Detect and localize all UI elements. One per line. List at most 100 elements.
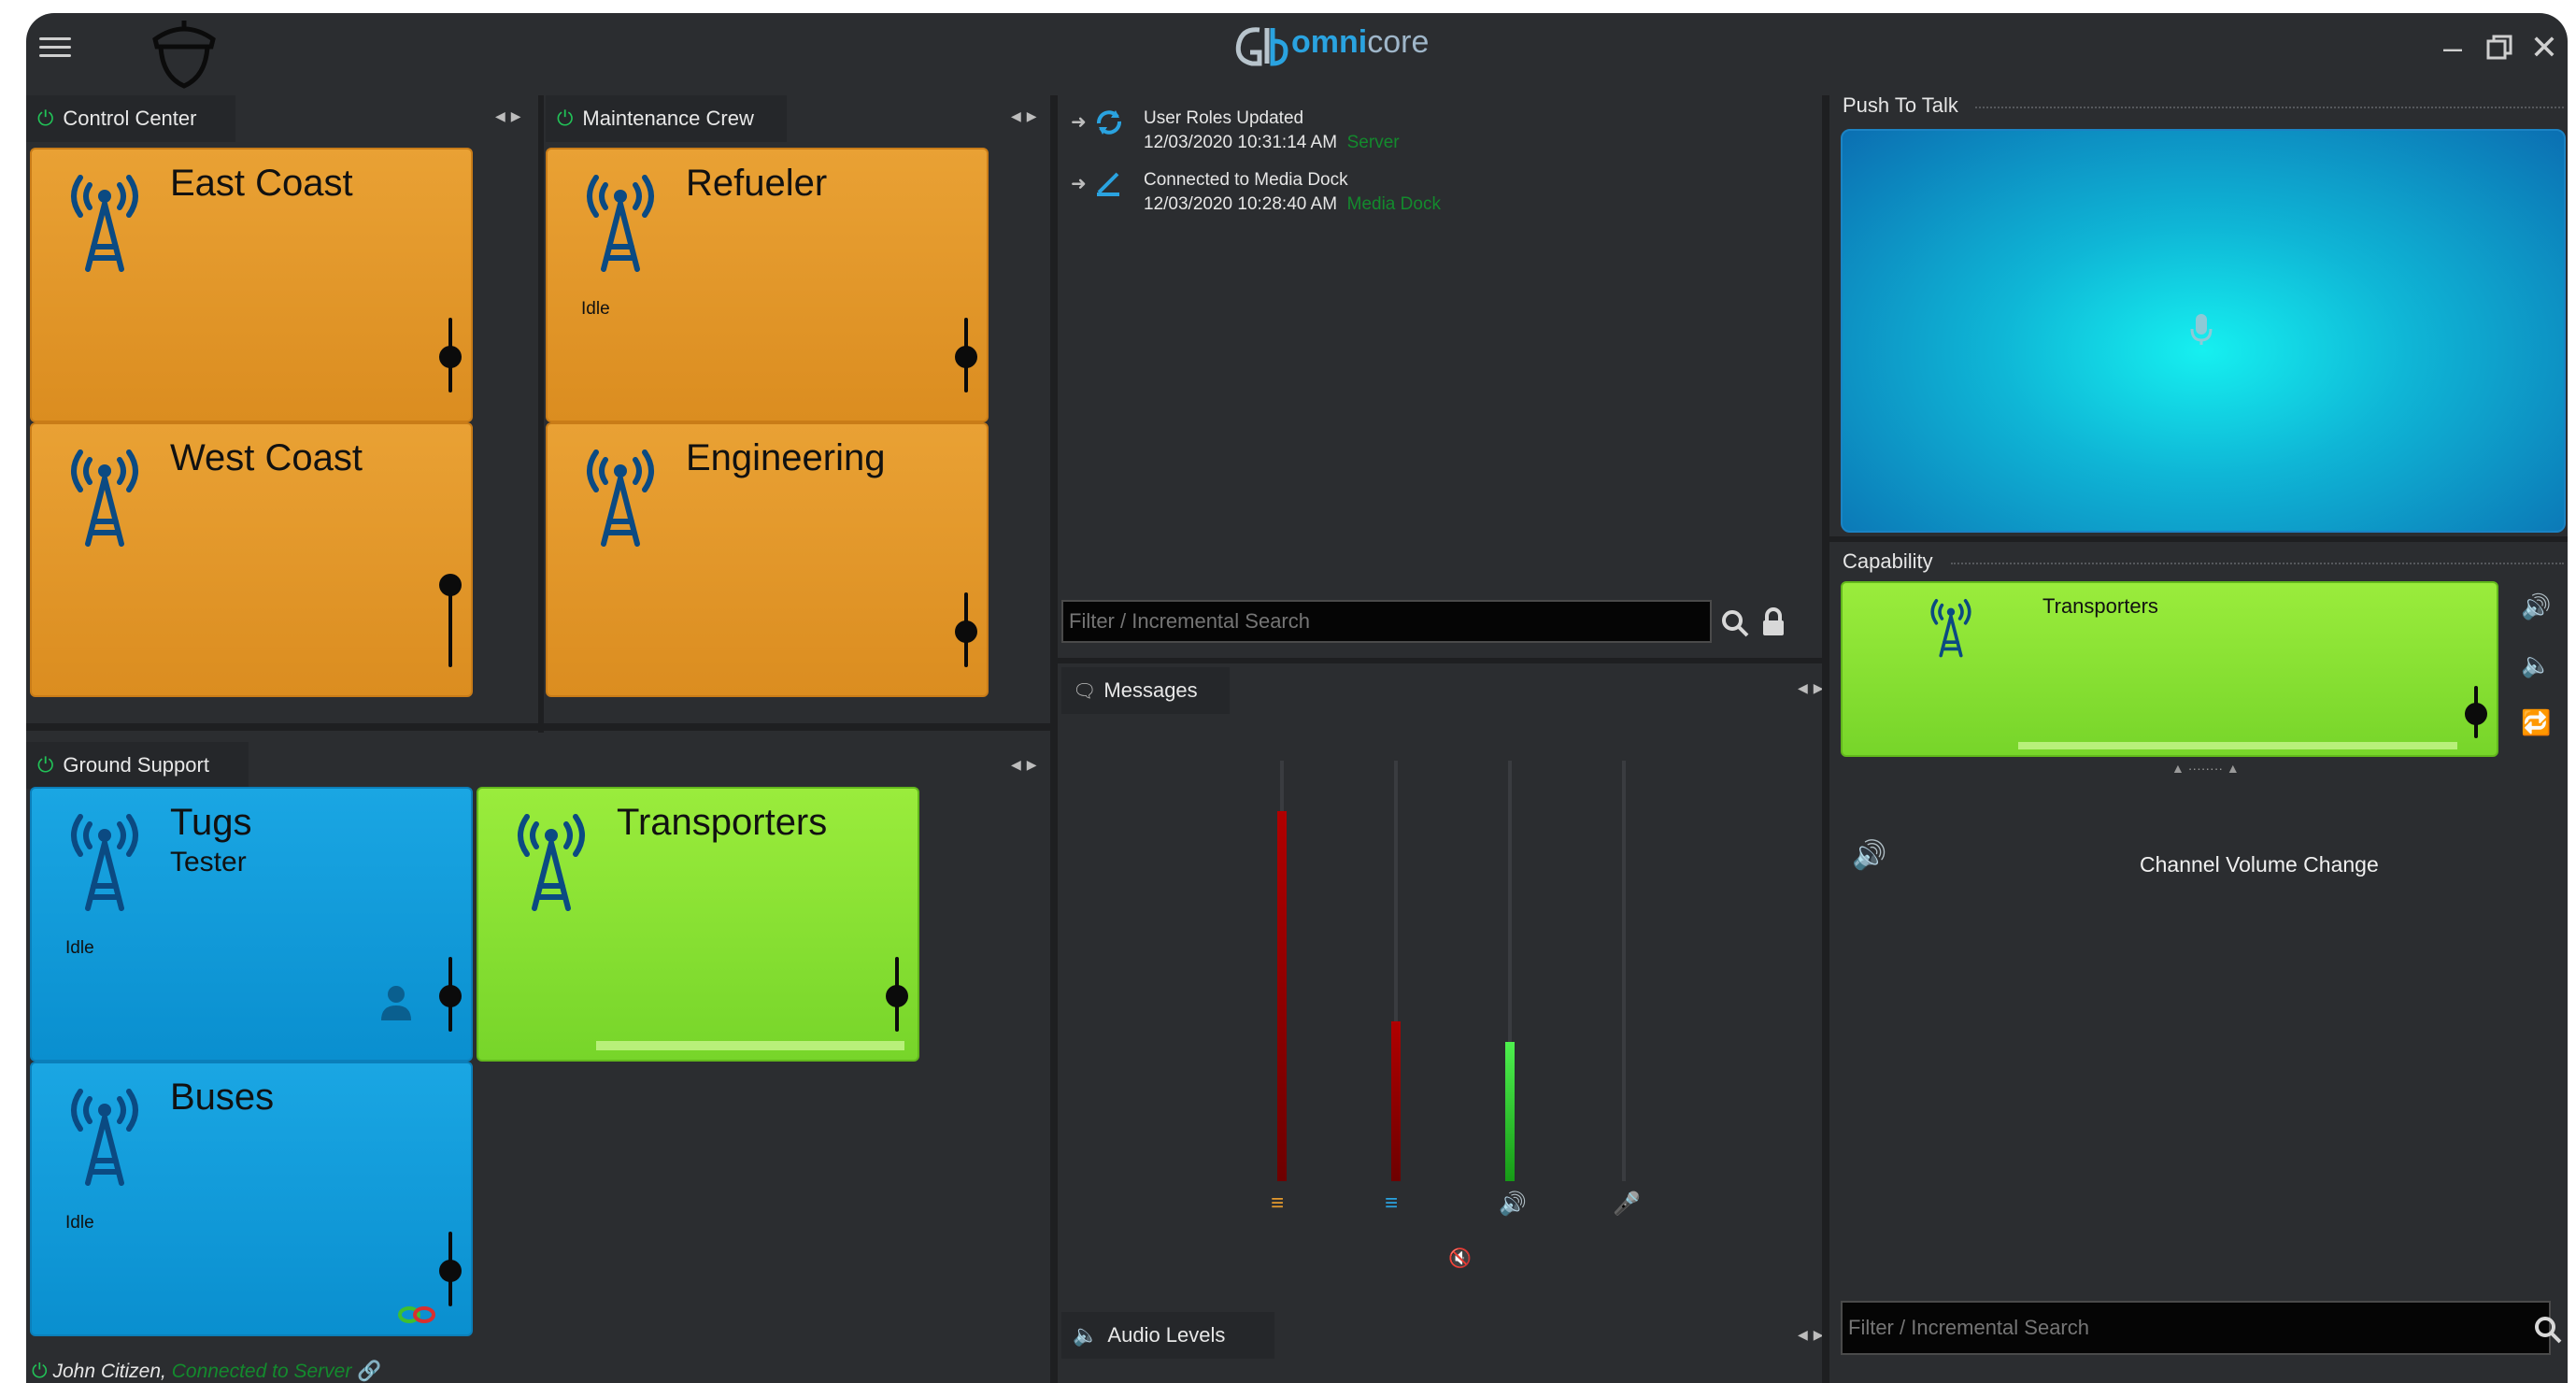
tile-name: Engineering [686,437,886,478]
arrow-right-icon: ➜ [1071,174,1087,194]
link-icon [398,1306,435,1323]
lock-icon[interactable] [1760,607,1786,637]
tile-name: Tugs [170,802,252,843]
tile-buses[interactable]: Buses Idle [30,1062,473,1336]
ground-support-tab[interactable]: ⏻ Ground Support [26,742,249,789]
radio-tower-icon [71,814,138,911]
title-bar: omnicore – ✕ [26,13,2568,95]
capability-channel-name: Transporters [2042,594,2158,618]
tile-name: East Coast [170,163,353,204]
volume-down-icon[interactable]: 🔈 [2521,650,2551,679]
audio-levels-tab[interactable]: 🔈 Audio Levels [1061,1312,1274,1359]
panel-divider[interactable] [1050,95,1058,1383]
tile-status: Idle [581,299,610,319]
meter-source-icon: 🔊 [1499,1191,1527,1217]
tile-tugs[interactable]: Tugs Tester Idle [30,787,473,1062]
tile-name: West Coast [170,437,363,478]
tile-engineering[interactable]: Engineering [546,422,989,697]
speaker-icon: 🔊 [1852,840,1887,871]
capability-title: Capability [1843,549,1933,573]
media-dock-icon [1097,172,1119,196]
panel-divider[interactable] [26,723,1050,731]
volume-knob[interactable] [2465,703,2487,725]
audio-meters: ≡ ≡ 🔊 🎤 🔇 [1058,742,1822,1269]
capability-channel-tile[interactable]: Transporters [1841,581,2498,757]
app-window: omnicore – ✕ ⏻ Control Center ◀▶ East Coa… [26,13,2568,1383]
panel-divider[interactable] [1829,536,2568,542]
tile-name: Refueler [686,163,828,204]
meter-level [1505,1042,1515,1181]
maximize-button[interactable] [2478,26,2521,69]
minimize-button[interactable]: – [2431,26,2474,69]
repeat-icon[interactable]: 🔁 [2521,708,2551,737]
radio-tower-icon [1930,599,1971,658]
panel-divider[interactable] [1058,658,1822,663]
radio-tower-icon [518,814,585,911]
panel-divider[interactable] [1822,95,1829,1383]
volume-knob[interactable] [439,346,462,368]
volume-knob[interactable] [439,1260,462,1282]
arrow-right-icon: ➜ [1071,112,1087,133]
meter-level [1277,811,1287,1181]
volume-knob[interactable] [886,985,908,1007]
volume-knob[interactable] [955,620,977,643]
tile-name: Transporters [617,802,828,843]
close-button[interactable]: ✕ [2523,26,2566,69]
push-to-talk-button[interactable] [1841,129,2566,533]
restore-icon [2486,35,2512,60]
microphone-icon [2190,314,2213,345]
log-search-input[interactable] [1061,600,1712,643]
tile-level-bar [596,1041,904,1050]
messages-tab[interactable]: 🗨 Messages [1061,667,1230,714]
splitter-handle[interactable]: ▲ ········ ▲ [2171,761,2240,776]
power-icon: ⏻ [37,753,54,777]
tile-transporters[interactable]: Transporters [477,787,919,1062]
speaker-muted-icon: 🔈 [1073,1323,1099,1347]
log-entry-time-row: 12/03/2020 10:28:40 AM Media Dock [1144,194,1441,214]
speaker-muted-icon[interactable]: 🔇 [1448,1247,1472,1270]
panel-scroll-arrows[interactable]: ◀▶ [1011,108,1043,124]
search-icon[interactable] [1721,609,1749,637]
radio-tower-icon [587,175,654,272]
meter-source-icon: 🎤 [1613,1191,1641,1217]
acorn-logo-icon [152,21,216,89]
hamburger-menu-icon[interactable] [39,32,71,69]
tile-level-bar [2018,742,2457,749]
app-logo-text: omnicore [1291,24,1430,60]
refresh-icon [1097,110,1121,135]
meter-source-icon: ≡ [1271,1191,1285,1216]
radio-tower-icon [71,449,138,547]
tile-west-coast[interactable]: West Coast [30,422,473,697]
tile-refueler[interactable]: Refueler Idle [546,148,989,422]
power-icon: ⏻ [557,107,574,130]
volume-knob[interactable] [439,985,462,1007]
tile-name: Buses [170,1076,275,1118]
volume-knob[interactable] [439,574,462,596]
control-center-tab[interactable]: ⏻ Control Center [26,95,235,142]
link-icon: 🔗 [357,1361,382,1382]
tile-status: Idle [65,938,94,958]
log-entry-title: Connected to Media Dock [1144,170,1348,190]
panel-divider[interactable] [538,95,544,733]
meter-source-icon: ≡ [1385,1191,1399,1216]
capability-search-input[interactable] [1841,1301,2551,1355]
log-entry-source: Media Dock [1346,194,1441,214]
meter-level [1391,1021,1401,1181]
event-log: ➜ User Roles Updated 12/03/2020 10:31:14… [1058,95,1822,667]
volume-up-icon[interactable]: 🔊 [2521,592,2551,621]
volume-knob[interactable] [955,346,977,368]
panel-scroll-arrows[interactable]: ◀▶ [1011,757,1043,773]
tile-subtitle: Tester [170,847,247,877]
maintenance-crew-tab[interactable]: ⏻ Maintenance Crew [546,95,787,142]
title-separator [1975,107,2564,108]
log-entry-time-row: 12/03/2020 10:31:14 AM Server [1144,133,1400,152]
tile-east-coast[interactable]: East Coast [30,148,473,422]
meter-track [1622,761,1626,1181]
power-icon: ⏻ [37,107,54,130]
status-bar: ⏻ John Citizen, Connected to Server 🔗 [32,1361,381,1383]
search-icon[interactable] [2534,1316,2562,1344]
panel-scroll-arrows[interactable]: ◀▶ [495,108,527,124]
push-to-talk-title: Push To Talk [1843,93,1958,117]
status-connection: Connected to Server [171,1361,352,1382]
omnicore-logo-icon [1235,27,1288,66]
